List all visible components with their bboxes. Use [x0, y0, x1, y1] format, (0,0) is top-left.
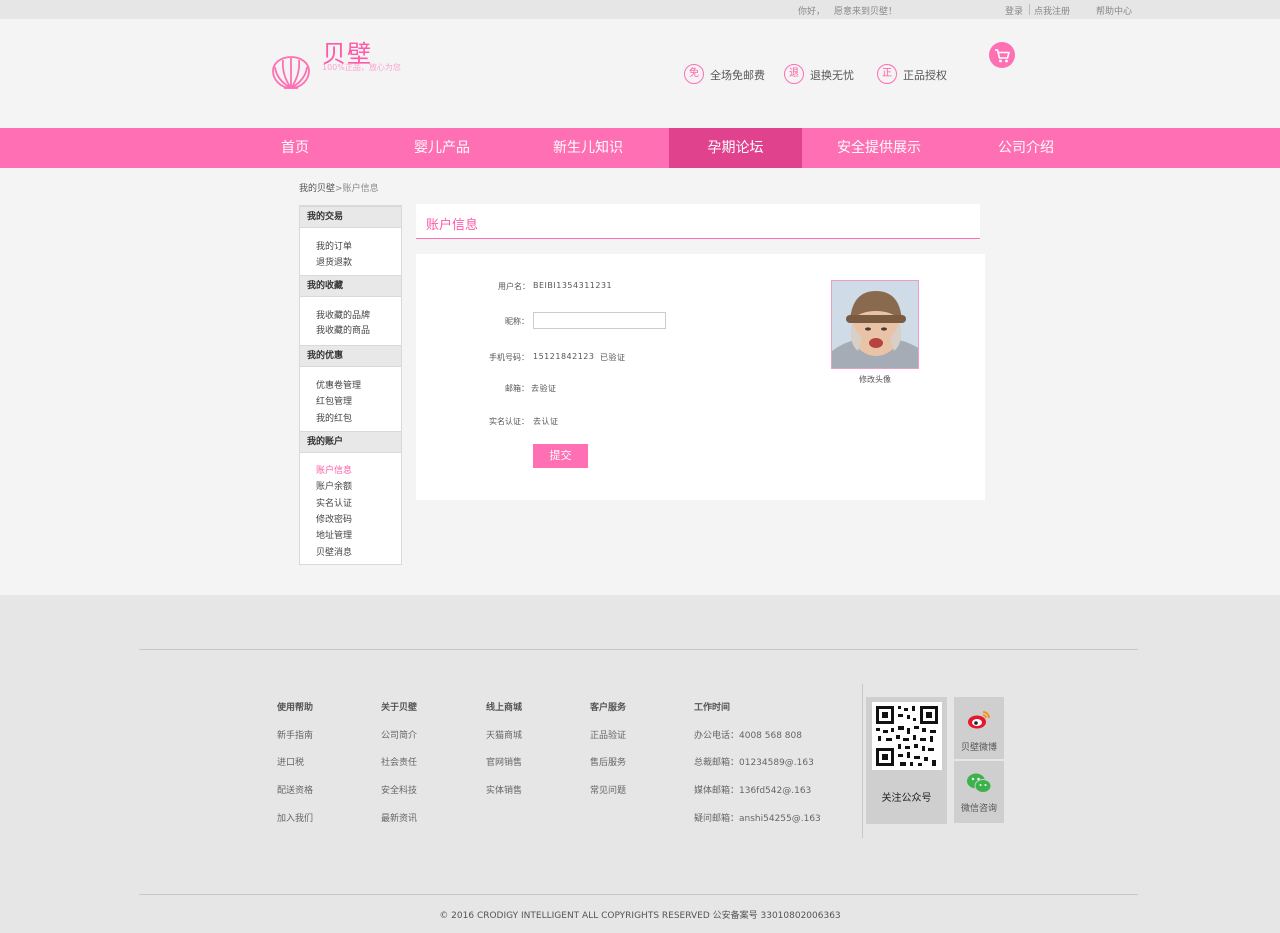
welcome-text: 愿意来到贝壁！	[834, 7, 898, 17]
shopping-cart-icon	[995, 49, 1010, 63]
nickname-input[interactable]	[533, 312, 666, 329]
cart-button[interactable]	[989, 42, 1015, 68]
footer-col-service-title: 客户服务	[590, 703, 627, 713]
easy-return-label: 退换无忧	[810, 69, 854, 82]
footer-link[interactable]: 配送资格	[277, 783, 313, 796]
breadcrumb-root[interactable]: 我的贝壁	[299, 184, 335, 194]
free-shipping-icon: 免	[684, 64, 704, 84]
nav-pregnancy-forum[interactable]: 孕期论坛	[669, 128, 802, 168]
baby-photo	[832, 281, 918, 368]
footer-link[interactable]: 常见问题	[590, 783, 626, 796]
nav-safety-showcase[interactable]: 安全提供展示	[820, 128, 938, 168]
sidebar-item-coupons[interactable]: 优惠卷管理	[316, 378, 361, 391]
sidebar-item-messages[interactable]: 贝壁消息	[316, 545, 352, 558]
phone-label: 手机号码：	[489, 353, 529, 362]
change-avatar-link[interactable]: 修改头像	[831, 374, 919, 385]
phone-status: 已验证	[600, 353, 626, 362]
footer-link[interactable]: 售后服务	[590, 755, 626, 768]
sidebar-item-address[interactable]: 地址管理	[316, 528, 352, 541]
easy-return-icon: 退	[784, 64, 804, 84]
weibo-icon	[968, 711, 990, 729]
section-title-bar: 账户信息	[416, 204, 980, 239]
sidebar-item-orders[interactable]: 我的订单	[316, 239, 352, 252]
footer-link[interactable]: 官网销售	[486, 755, 522, 768]
footer-top-divider	[139, 649, 1138, 650]
wechat-icon	[967, 773, 992, 793]
footer	[0, 595, 1280, 933]
shell-logo-icon[interactable]	[270, 55, 312, 91]
qr-code-icon[interactable]	[872, 702, 942, 770]
footer-col-hours-title: 工作时间	[694, 703, 731, 713]
footer-link[interactable]: 进口税	[277, 755, 304, 768]
sidebar-group-trades: 我的交易	[300, 206, 401, 228]
sidebar-item-balance[interactable]: 账户余额	[316, 479, 352, 492]
breadcrumb-current: 账户信息	[342, 184, 379, 194]
nav-company-intro[interactable]: 公司介绍	[980, 128, 1072, 168]
footer-link[interactable]: 正品验证	[590, 728, 626, 741]
footer-link[interactable]: 天猫商城	[486, 728, 522, 741]
brand-slogan: 100%正品，放心为您	[322, 63, 401, 72]
breadcrumb-separator: >	[335, 184, 343, 194]
avatar[interactable]	[831, 280, 919, 369]
nickname-label: 昵称：	[505, 317, 529, 326]
footer-contact-line: 总裁邮箱：01234589@.163	[694, 758, 814, 768]
register-link[interactable]: 点我注册	[1034, 4, 1070, 17]
authentic-icon: 正	[877, 64, 897, 84]
footer-col-about-title: 关于贝壁	[381, 703, 418, 713]
copyright: © 2016 CRODIGY INTELLIGENT ALL COPYRIGHT…	[439, 911, 841, 921]
email-verify-link[interactable]: 去验证	[531, 383, 557, 394]
sidebar-group-offers: 我的优惠	[300, 345, 401, 367]
footer-link[interactable]: 新手指南	[277, 728, 313, 741]
help-center-link[interactable]: 帮助中心	[1096, 4, 1132, 17]
sidebar-item-redpacket-manage[interactable]: 红包管理	[316, 394, 352, 407]
sidebar-item-fav-products[interactable]: 我收藏的商品	[316, 323, 370, 336]
nav-newborn-knowledge[interactable]: 新生儿知识	[528, 128, 648, 168]
sidebar-item-fav-brands[interactable]: 我收藏的品牌	[316, 308, 370, 321]
sidebar-group-account: 我的账户	[300, 431, 401, 453]
footer-link[interactable]: 公司简介	[381, 728, 417, 741]
realname-label: 实名认证：	[489, 417, 529, 426]
account-sidebar: 我的交易 我的订单 退货退款 我的收藏 我收藏的品牌 我收藏的商品 我的优惠 优…	[299, 205, 402, 565]
nav-baby-products[interactable]: 婴儿产品	[390, 128, 494, 168]
free-shipping-label: 全场免邮费	[710, 69, 765, 82]
footer-contact-line: 办公电话：4008 568 808	[694, 731, 802, 741]
main-nav: 首页 婴儿产品 新生儿知识 孕期论坛 安全提供展示 公司介绍	[0, 128, 1280, 168]
sidebar-item-refunds[interactable]: 退货退款	[316, 255, 352, 268]
footer-link[interactable]: 加入我们	[277, 811, 313, 824]
footer-bottom-divider	[139, 894, 1138, 895]
phone-value: 15121842123	[533, 352, 595, 361]
footer-contact-line: 疑问邮箱：anshi54255@.163	[694, 814, 821, 824]
sidebar-item-my-redpacket[interactable]: 我的红包	[316, 411, 352, 424]
footer-vertical-divider	[862, 684, 863, 838]
footer-col-help-title: 使用帮助	[277, 703, 314, 713]
authentic-label: 正品授权	[903, 69, 947, 82]
sidebar-item-password[interactable]: 修改密码	[316, 512, 352, 525]
username-label: 用户名：	[498, 282, 530, 291]
qr-label: 关注公众号	[881, 793, 932, 804]
sidebar-item-account-info[interactable]: 账户信息	[316, 463, 352, 476]
wechat-label: 微信咨询	[960, 804, 997, 814]
login-link[interactable]: 登录	[1005, 4, 1023, 17]
sidebar-item-realname[interactable]: 实名认证	[316, 496, 352, 509]
email-label: 邮箱：	[505, 384, 529, 393]
footer-link[interactable]: 实体销售	[486, 783, 522, 796]
breadcrumb: 我的贝壁>账户信息	[299, 181, 379, 194]
section-title: 账户信息	[426, 218, 479, 233]
header	[0, 19, 1280, 128]
footer-contact-line: 媒体邮箱：136fd542@.163	[694, 786, 812, 796]
weibo-label: 贝壁微博	[960, 743, 997, 753]
topbar-divider	[1029, 4, 1030, 15]
username-value: BEIBI1354311231	[533, 281, 613, 290]
submit-button[interactable]: 提交	[533, 444, 588, 468]
footer-col-mall-title: 线上商城	[486, 703, 523, 713]
top-bar: 你好， 愿意来到贝壁！ 登录 点我注册 帮助中心	[0, 0, 1280, 19]
realname-verify-link[interactable]: 去认证	[533, 416, 559, 427]
footer-link[interactable]: 安全科技	[381, 783, 417, 796]
sidebar-group-favorites: 我的收藏	[300, 275, 401, 297]
footer-link[interactable]: 社会责任	[381, 755, 417, 768]
greeting-text: 你好，	[798, 7, 826, 17]
nav-home[interactable]: 首页	[255, 128, 335, 168]
footer-link[interactable]: 最新资讯	[381, 811, 417, 824]
